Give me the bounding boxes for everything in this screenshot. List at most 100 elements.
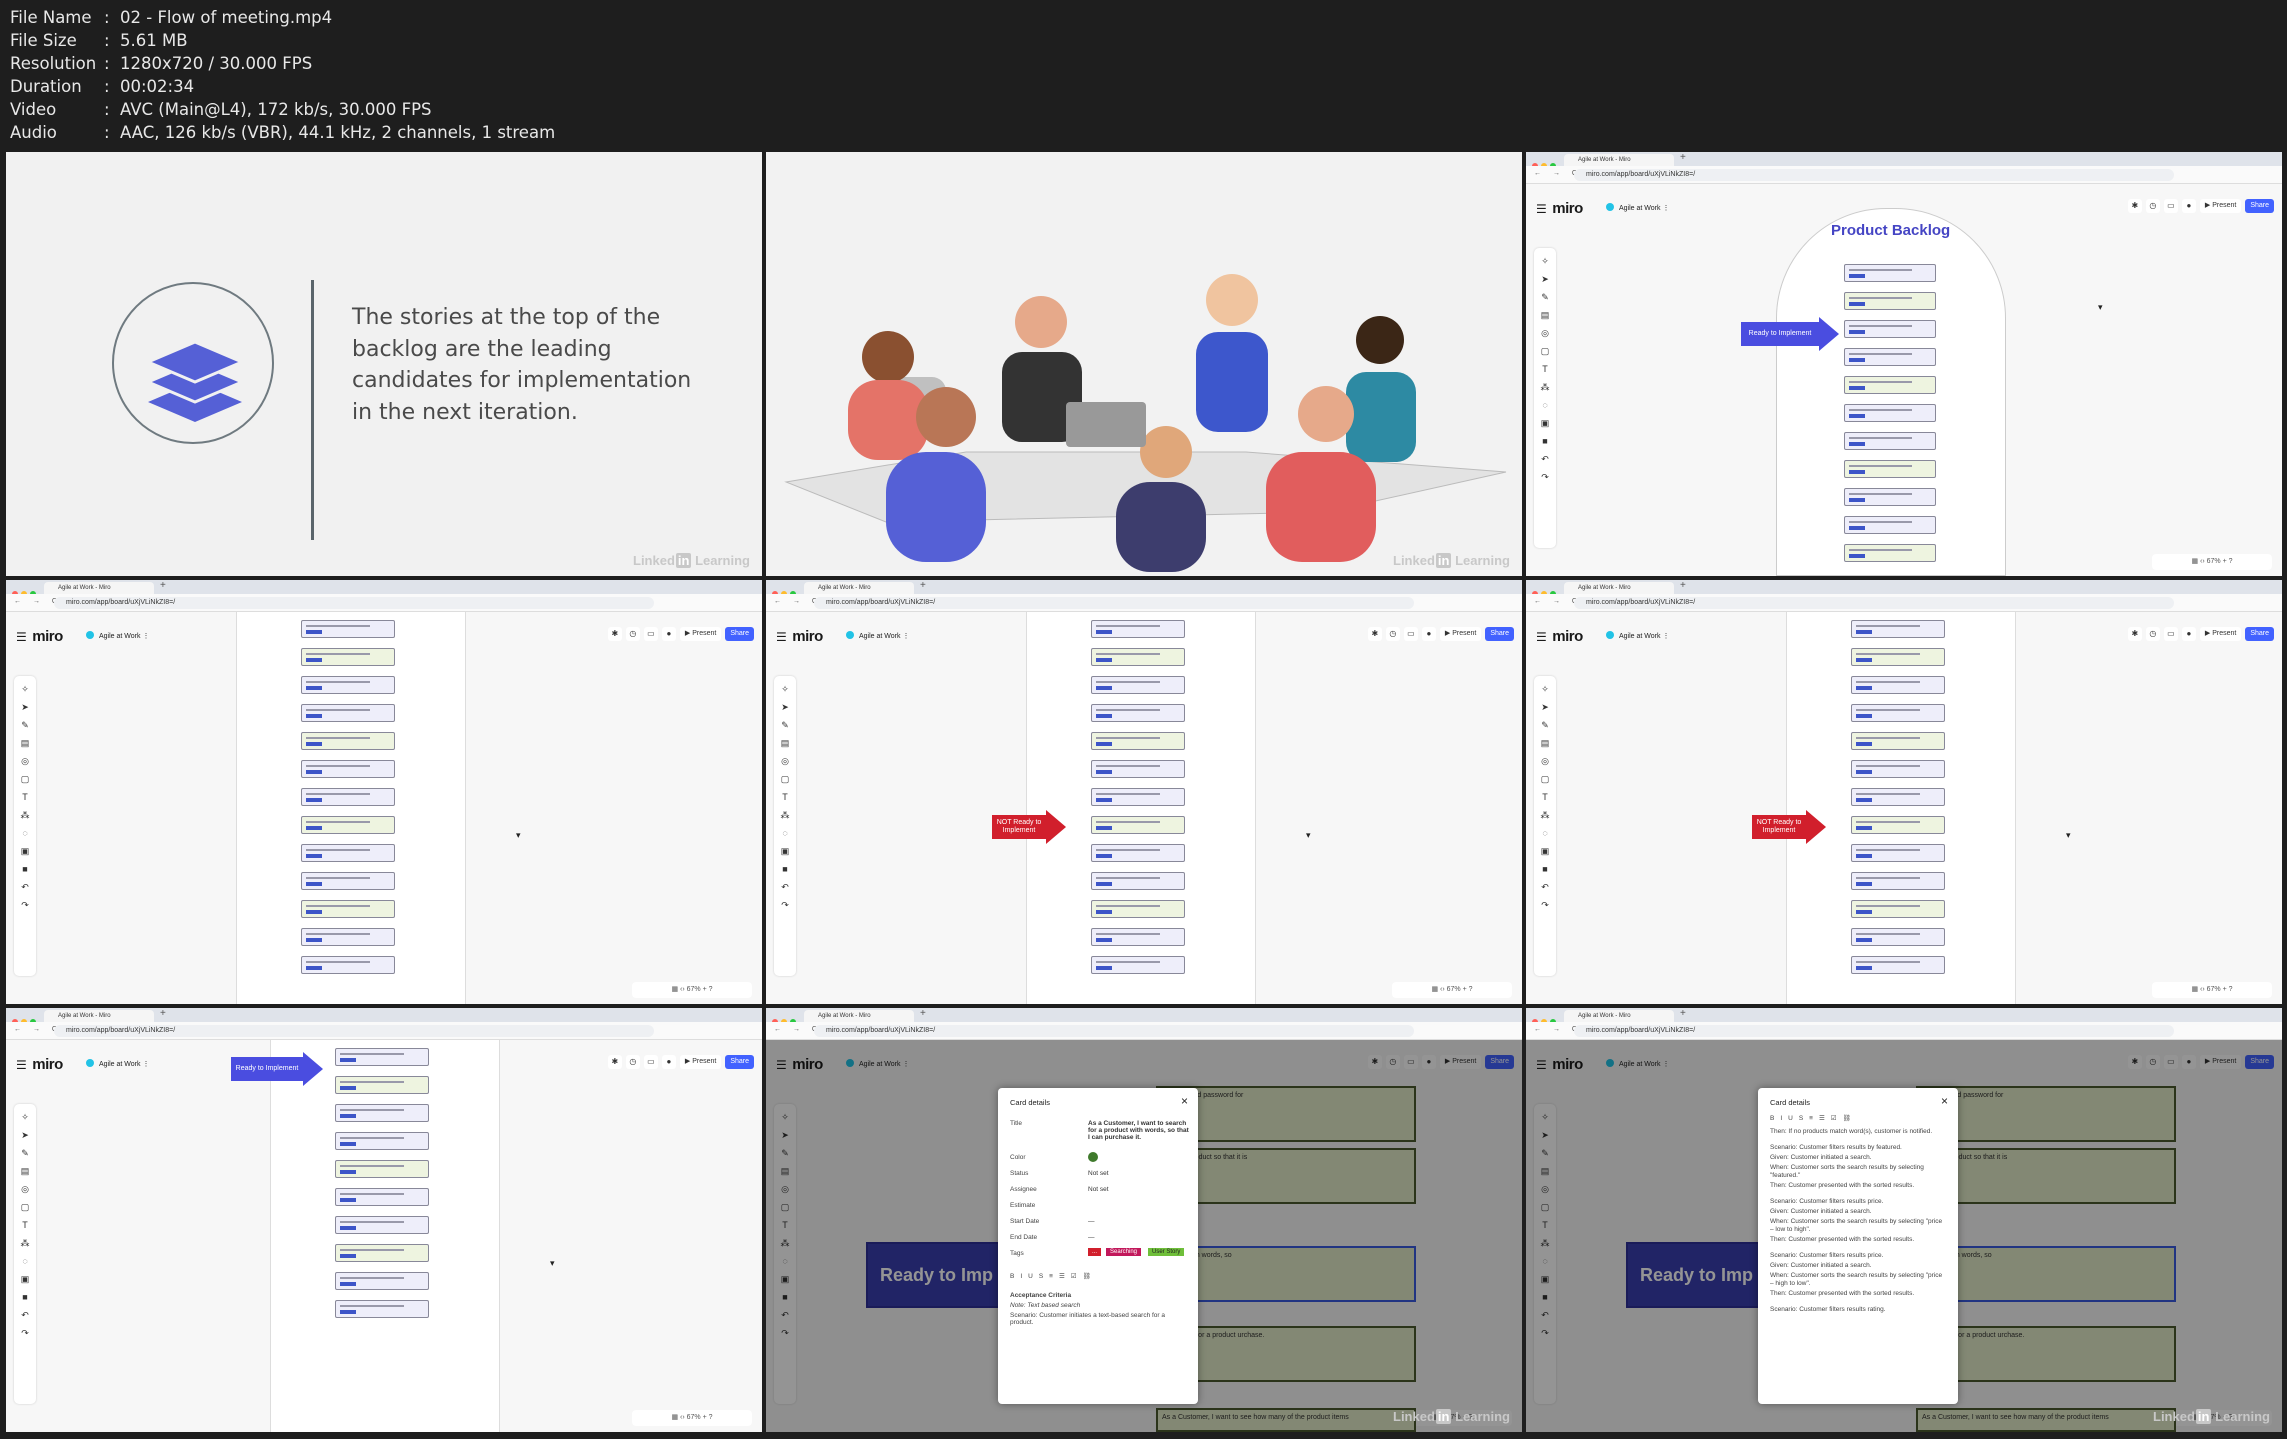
story-card[interactable] — [301, 928, 395, 946]
share-button[interactable]: Share — [725, 1055, 754, 1069]
story-card[interactable] — [1851, 788, 1945, 806]
apps-icon[interactable]: ⁂ — [1534, 806, 1556, 824]
present-button[interactable]: ▶ Present — [679, 1055, 722, 1069]
timer-icon[interactable]: ◷ — [625, 627, 640, 641]
undo-icon[interactable]: ↶ — [14, 878, 36, 896]
color-swatch[interactable] — [1088, 1152, 1098, 1162]
story-card[interactable] — [1851, 760, 1945, 778]
end-date-value[interactable]: — — [1088, 1234, 1095, 1241]
shape-icon[interactable]: ◎ — [14, 1180, 36, 1198]
tag[interactable]: ... — [1088, 1248, 1102, 1256]
upload-icon[interactable]: ■ — [14, 1288, 36, 1306]
url-input[interactable]: miro.com/app/board/uXjVLiNkZI8=/ — [1574, 1025, 2174, 1037]
text-icon[interactable]: T — [1534, 788, 1556, 806]
apps-icon[interactable]: ⁂ — [14, 806, 36, 824]
avatar[interactable]: ● — [1421, 627, 1436, 641]
menu-icon[interactable]: ☰ — [1536, 202, 1547, 216]
story-card[interactable] — [1091, 816, 1185, 834]
new-tab-icon[interactable]: + — [1680, 152, 1686, 163]
story-card[interactable] — [301, 788, 395, 806]
story-card[interactable] — [1844, 460, 1936, 478]
url-input[interactable]: miro.com/app/board/uXjVLiNkZI8=/ — [814, 597, 1414, 609]
upload-icon[interactable]: ■ — [14, 860, 36, 878]
ready-arrow[interactable]: Ready to Implement — [1741, 317, 1839, 351]
story-card[interactable] — [301, 732, 395, 750]
board-name[interactable]: Agile at Work ⋮ — [846, 631, 909, 640]
select-icon[interactable]: ➤ — [14, 1126, 36, 1144]
story-card[interactable] — [301, 648, 395, 666]
miro-logo[interactable]: ☰ miro — [16, 628, 63, 645]
browser-tab[interactable]: Agile at Work - Miro — [1564, 582, 1674, 594]
story-card[interactable] — [1844, 432, 1936, 450]
tag-user-story[interactable]: User Story — [1148, 1248, 1185, 1256]
url-input[interactable]: miro.com/app/board/uXjVLiNkZI8=/ — [54, 597, 654, 609]
zoom-controls[interactable]: ▦ ‹› 67% + ? — [1392, 982, 1512, 998]
story-card[interactable] — [301, 620, 395, 638]
ready-arrow[interactable]: Ready to Implement — [231, 1052, 323, 1086]
sticky-note-icon[interactable]: ▢ — [1534, 770, 1556, 788]
story-card[interactable] — [1091, 844, 1185, 862]
format-toolbar[interactable]: BIUS≡☰☑⛓ — [1770, 1114, 1857, 1122]
avatar[interactable]: ● — [661, 627, 676, 641]
story-card[interactable] — [1844, 488, 1936, 506]
miro-logo[interactable]: ☰ miro — [1536, 200, 1583, 217]
story-card[interactable] — [1844, 516, 1936, 534]
story-card[interactable] — [1851, 732, 1945, 750]
not-ready-arrow[interactable]: NOT Ready to Implement — [1752, 810, 1826, 844]
shape-icon[interactable]: ◎ — [1534, 752, 1556, 770]
share-button[interactable]: Share — [725, 627, 754, 641]
redo-icon[interactable]: ↷ — [14, 1324, 36, 1342]
new-tab-icon[interactable]: + — [1680, 1008, 1686, 1019]
board-name[interactable]: Agile at Work ⋮ — [86, 631, 149, 640]
share-button[interactable]: Share — [2245, 627, 2274, 641]
comment-icon[interactable]: ◌ — [14, 824, 36, 842]
zoom-controls[interactable]: ▦ ‹› 67% + ? — [632, 982, 752, 998]
new-tab-icon[interactable]: + — [920, 1008, 926, 1019]
undo-icon[interactable]: ↶ — [1534, 878, 1556, 896]
story-card[interactable] — [301, 900, 395, 918]
ai-icon[interactable]: ✧ — [1534, 252, 1556, 270]
tag-searching[interactable]: Searching — [1106, 1248, 1142, 1256]
frame-icon[interactable]: ▣ — [1534, 414, 1556, 432]
sticky-note-icon[interactable]: ▢ — [14, 770, 36, 788]
present-button[interactable]: ▶ Present — [679, 627, 722, 641]
start-date-value[interactable]: — — [1088, 1218, 1095, 1225]
timer-icon[interactable]: ◷ — [1385, 627, 1400, 641]
ai-icon[interactable]: ✧ — [1534, 680, 1556, 698]
board-name[interactable]: Agile at Work ⋮ — [86, 1059, 149, 1068]
assignee-value[interactable]: Not set — [1088, 1186, 1109, 1193]
story-card[interactable] — [1091, 900, 1185, 918]
title-value[interactable]: As a Customer, I want to search for a pr… — [1088, 1120, 1192, 1141]
menu-icon[interactable]: ☰ — [16, 630, 27, 644]
miro-logo[interactable]: ☰ miro — [1536, 628, 1583, 645]
redo-icon[interactable]: ↷ — [774, 896, 796, 914]
frame-icon[interactable]: ▣ — [774, 842, 796, 860]
comment-icon[interactable]: ◌ — [1534, 396, 1556, 414]
story-card[interactable] — [1851, 704, 1945, 722]
video-icon[interactable]: ▭ — [643, 627, 658, 641]
text-icon[interactable]: T — [1534, 360, 1556, 378]
select-icon[interactable]: ➤ — [14, 698, 36, 716]
shape-icon[interactable]: ◎ — [1534, 324, 1556, 342]
apps-icon[interactable]: ⁂ — [774, 806, 796, 824]
zoom-controls[interactable]: ▦ ‹› 67% + ? — [632, 1410, 752, 1426]
url-input[interactable]: miro.com/app/board/uXjVLiNkZI8=/ — [1574, 169, 2174, 181]
miro-logo[interactable]: ☰ miro — [16, 1056, 63, 1073]
story-card[interactable] — [301, 956, 395, 974]
undo-icon[interactable]: ↶ — [1534, 450, 1556, 468]
reactions-icon[interactable]: ✱ — [2127, 199, 2142, 213]
new-tab-icon[interactable]: + — [1680, 580, 1686, 591]
story-card[interactable] — [1844, 320, 1936, 338]
story-card[interactable] — [335, 1076, 429, 1094]
format-toolbar[interactable]: BIUS≡☰☑⛓ — [1010, 1272, 1097, 1280]
zoom-controls[interactable]: ▦ ‹› 67% + ? — [2152, 554, 2272, 570]
not-ready-arrow[interactable]: NOT Ready to Implement — [992, 810, 1066, 844]
select-icon[interactable]: ➤ — [774, 698, 796, 716]
timer-icon[interactable]: ◷ — [625, 1055, 640, 1069]
template-icon[interactable]: ▤ — [14, 1162, 36, 1180]
url-input[interactable]: miro.com/app/board/uXjVLiNkZI8=/ — [54, 1025, 654, 1037]
acceptance-criteria-text[interactable]: Then: If no products match word(s), cust… — [1770, 1126, 1946, 1314]
url-input[interactable]: miro.com/app/board/uXjVLiNkZI8=/ — [814, 1025, 1414, 1037]
timer-icon[interactable]: ◷ — [2145, 199, 2160, 213]
story-card[interactable] — [1091, 928, 1185, 946]
